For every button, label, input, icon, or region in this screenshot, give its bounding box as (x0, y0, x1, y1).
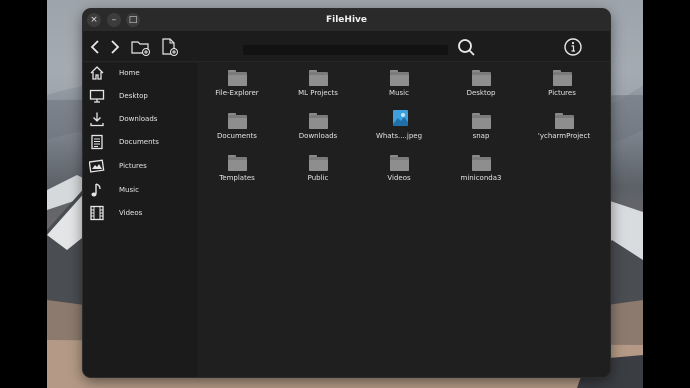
maximize-button[interactable]: □ (126, 13, 140, 27)
info-button[interactable] (563, 37, 583, 57)
sidebar: Home Desktop Downloads Documents Picture… (83, 63, 199, 377)
title-bar[interactable]: FileHive × – □ (83, 9, 610, 31)
documents-icon (91, 134, 103, 150)
sidebar-item-videos[interactable]: Videos (89, 203, 193, 223)
folder-icon (472, 70, 491, 86)
chevron-left-icon (90, 40, 99, 54)
folder-icon (472, 155, 491, 171)
file-name: Whats....jpeg (375, 132, 423, 140)
search-input[interactable] (243, 45, 448, 55)
search-icon (458, 39, 475, 56)
folder-item[interactable]: Documents (197, 113, 277, 153)
file-name: Pictures (548, 89, 576, 97)
file-name: snap (472, 132, 490, 140)
sidebar-item-home[interactable]: Home (89, 63, 193, 83)
file-name: Downloads (298, 132, 338, 140)
sidebar-item-label: Pictures (119, 162, 147, 170)
sidebar-item-documents[interactable]: Documents (89, 132, 193, 152)
download-icon (90, 112, 104, 127)
folder-icon (555, 113, 574, 129)
folder-icon (390, 155, 409, 171)
new-folder-icon (131, 41, 150, 56)
folder-item[interactable]: ML Projects (278, 70, 358, 110)
file-name: ML Projects (298, 89, 338, 97)
file-name: Desktop (466, 89, 496, 97)
new-file-icon (162, 38, 178, 56)
folder-icon (390, 70, 409, 86)
folder-item[interactable]: Desktop (441, 70, 521, 110)
minimize-button[interactable]: – (107, 13, 121, 27)
back-button[interactable] (86, 37, 106, 57)
forward-button[interactable] (104, 37, 124, 57)
folder-item[interactable]: File-Explorer (197, 70, 277, 110)
folder-item[interactable]: snap (441, 113, 521, 153)
folder-item[interactable]: Pictures (522, 70, 602, 110)
home-icon (90, 66, 104, 80)
folder-icon (309, 155, 328, 171)
file-name: 'ycharmProject (537, 132, 591, 140)
folder-icon (309, 113, 328, 129)
filehive-window: FileHive × – □ Home Desktop Downloads Do… (83, 9, 610, 377)
file-name: File-Explorer (215, 89, 259, 97)
close-button[interactable]: × (87, 13, 101, 27)
sidebar-item-label: Downloads (119, 115, 158, 123)
folder-item[interactable]: Templates (197, 155, 277, 195)
file-name: Templates (219, 174, 255, 182)
pictures-icon (89, 159, 105, 173)
sidebar-item-label: Videos (119, 209, 143, 217)
sidebar-item-label: Desktop (119, 92, 148, 100)
folder-icon (228, 113, 247, 129)
folder-item[interactable]: miniconda3 (441, 155, 521, 195)
sidebar-item-desktop[interactable]: Desktop (89, 86, 193, 106)
chevron-right-icon (111, 40, 120, 54)
toolbar (83, 31, 610, 62)
folder-icon (228, 70, 247, 86)
file-name: Public (307, 174, 329, 182)
film-icon (90, 205, 104, 221)
search-button[interactable] (456, 37, 476, 57)
sidebar-item-label: Music (119, 186, 139, 194)
folder-icon (553, 70, 572, 86)
folder-icon (472, 113, 491, 129)
folder-item[interactable]: Downloads (278, 113, 358, 153)
file-name: Music (389, 89, 409, 97)
image-file-icon (393, 110, 412, 126)
folder-item[interactable]: Music (359, 70, 439, 110)
new-file-button[interactable] (159, 37, 179, 57)
sidebar-item-music[interactable]: Music (89, 180, 193, 200)
sidebar-item-label: Documents (119, 138, 159, 146)
sidebar-item-pictures[interactable]: Pictures (89, 156, 193, 176)
info-icon (564, 38, 582, 56)
folder-icon (309, 70, 328, 86)
window-title: FileHive (325, 15, 367, 25)
music-icon (91, 183, 101, 197)
folder-icon (228, 155, 247, 171)
file-grid: File-Explorer ML Projects Music Desktop … (200, 63, 610, 377)
sidebar-item-label: Home (119, 69, 140, 77)
folder-item[interactable]: 'ycharmProject (524, 113, 604, 153)
file-name: miniconda3 (460, 174, 502, 182)
image-file-item[interactable]: Whats....jpeg (359, 110, 439, 150)
monitor-icon (89, 89, 105, 103)
file-name: Videos (387, 174, 411, 182)
folder-item[interactable]: Videos (359, 155, 439, 195)
new-folder-button[interactable] (131, 37, 151, 57)
sidebar-item-downloads[interactable]: Downloads (89, 109, 193, 129)
file-name: Documents (217, 132, 257, 140)
folder-item[interactable]: Public (278, 155, 358, 195)
